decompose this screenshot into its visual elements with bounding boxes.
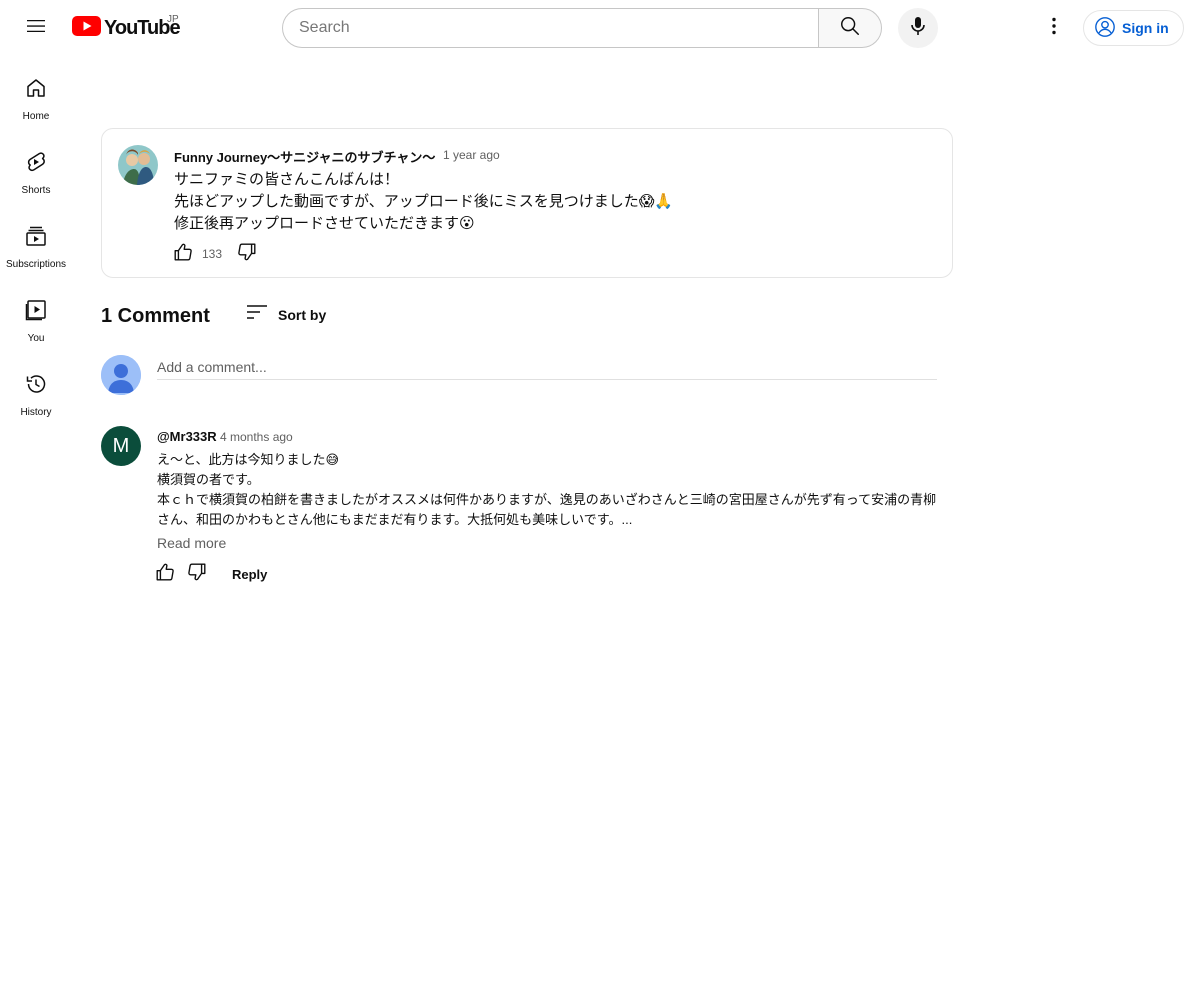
subscriptions-icon: [24, 224, 48, 253]
hamburger-menu-icon: [24, 14, 48, 43]
youtube-play-icon: [72, 15, 101, 41]
post-line: 修正後再アップロードさせていただきます😮: [174, 215, 475, 232]
history-icon: [24, 372, 48, 401]
more-vertical-icon: [1042, 14, 1066, 43]
commenter-avatar[interactable]: M: [101, 426, 141, 466]
region-code: JP: [167, 14, 179, 25]
comment-author[interactable]: @Mr333R: [157, 429, 217, 444]
comment-timestamp[interactable]: 4 months ago: [220, 430, 293, 444]
comment-line: 横須賀の者です。: [157, 472, 260, 487]
guide-sidebar: Home Shorts Subscriptions You History: [0, 56, 72, 426]
like-button[interactable]: [172, 241, 194, 268]
home-icon: [24, 76, 48, 105]
sidebar-item-shorts[interactable]: Shorts: [0, 130, 72, 204]
community-post: Funny Journey〜サニジャニのサブチャン〜 1 year ago サニ…: [101, 128, 953, 278]
sidebar-item-you[interactable]: You: [0, 278, 72, 352]
comment-line: え〜と、此方は今知りました😅: [157, 452, 340, 467]
sort-icon: [246, 303, 268, 328]
post-content: サニファミの皆さんこんばんは！ 先ほどアップした動画ですが、アップロード後にミス…: [174, 169, 934, 235]
sidebar-item-label: History: [20, 407, 52, 418]
account-circle-icon: [1094, 16, 1116, 41]
dislike-button[interactable]: [236, 241, 258, 268]
sidebar-item-subscriptions[interactable]: Subscriptions: [0, 204, 72, 278]
comment-dislike-button[interactable]: [186, 561, 208, 588]
thumbs-down-icon: [236, 241, 258, 268]
sidebar-item-home[interactable]: Home: [0, 56, 72, 130]
voice-search-button[interactable]: [898, 8, 938, 48]
comment-actions: Reply: [154, 562, 267, 586]
comment-line: 本ｃｈで横須賀の柏餅を書きましたがオススメは何件かありますが、逸見のあいざわさん…: [157, 492, 937, 527]
sidebar-item-history[interactable]: History: [0, 352, 72, 426]
top-bar: YouTube JP Sign in: [0, 0, 1200, 56]
search-button[interactable]: [818, 8, 882, 48]
sort-by-label: Sort by: [278, 307, 327, 323]
read-more-link[interactable]: Read more: [157, 535, 226, 551]
menu-button[interactable]: [16, 8, 56, 48]
shorts-icon: [24, 150, 48, 179]
sidebar-item-label: Subscriptions: [5, 259, 67, 270]
like-count: 133: [202, 247, 223, 261]
sign-in-label: Sign in: [1122, 20, 1169, 36]
sidebar-item-label: Shorts: [21, 185, 51, 196]
sign-in-button[interactable]: Sign in: [1083, 10, 1184, 46]
add-comment-input[interactable]: [157, 354, 937, 380]
sort-by-button[interactable]: Sort by: [246, 303, 326, 327]
post-line: 先ほどアップした動画ですが、アップロード後にミスを見つけました😱🙏: [174, 193, 674, 210]
thumbs-up-icon: [154, 561, 176, 588]
search-icon: [839, 15, 861, 42]
reply-button[interactable]: Reply: [232, 567, 267, 582]
comment-content: え〜と、此方は今知りました😅 横須賀の者です。 本ｃｈで横須賀の柏餅を書きました…: [157, 450, 947, 530]
search-input[interactable]: [282, 8, 819, 48]
post-timestamp[interactable]: 1 year ago: [443, 148, 500, 162]
settings-more-button[interactable]: [1034, 8, 1074, 48]
avatar-letter: M: [112, 434, 130, 457]
microphone-icon: [908, 15, 928, 42]
comments-count-title: 1 Comment: [101, 305, 210, 327]
post-author[interactable]: Funny Journey〜サニジャニのサブチャン〜: [174, 147, 435, 166]
sidebar-item-label: You: [27, 333, 45, 344]
user-avatar: [101, 355, 141, 395]
youtube-logo[interactable]: YouTube: [72, 15, 181, 41]
comment-like-button[interactable]: [154, 561, 176, 588]
you-icon: [24, 298, 48, 327]
post-actions: 133: [172, 243, 258, 265]
sidebar-item-label: Home: [22, 111, 50, 122]
post-line: サニファミの皆さんこんばんは！: [174, 171, 400, 188]
channel-avatar[interactable]: [118, 145, 158, 185]
thumbs-up-icon: [172, 241, 194, 268]
thumbs-down-icon: [186, 561, 208, 588]
